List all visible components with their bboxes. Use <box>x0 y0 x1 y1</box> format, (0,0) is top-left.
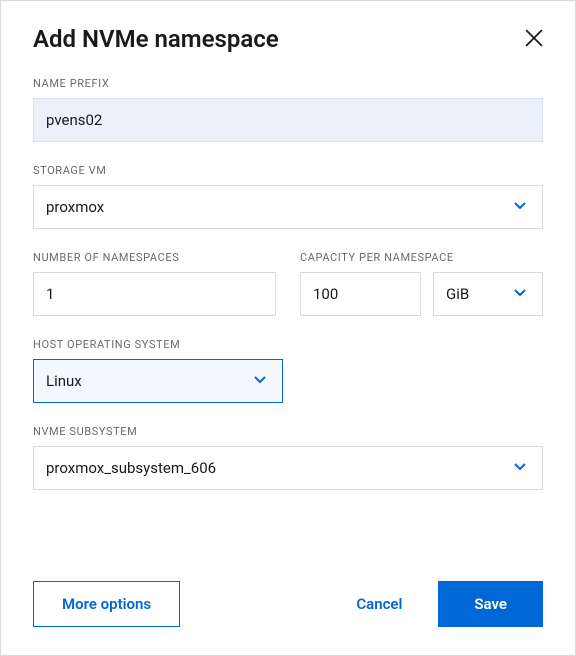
chevron-down-icon <box>512 284 528 304</box>
storage-vm-value: proxmox <box>46 198 104 216</box>
add-nvme-namespace-dialog: Add NVMe namespace NAME PREFIX STORAGE V… <box>0 0 576 656</box>
host-os-value: Linux <box>46 372 82 390</box>
nvme-subsystem-label: NVME SUBSYSTEM <box>33 425 543 438</box>
capacity-unit-value: GiB <box>446 285 469 303</box>
number-of-namespaces-input[interactable] <box>33 272 276 316</box>
chevron-down-icon <box>512 197 528 217</box>
nvme-subsystem-select[interactable]: proxmox_subsystem_606 <box>33 446 543 490</box>
cancel-button[interactable]: Cancel <box>344 581 414 627</box>
nvme-subsystem-group: NVME SUBSYSTEM proxmox_subsystem_606 <box>33 425 543 490</box>
capacity-value-input[interactable] <box>300 272 421 316</box>
host-os-group: HOST OPERATING SYSTEM Linux <box>33 338 543 403</box>
capacity-per-namespace-label: CAPACITY PER NAMESPACE <box>300 251 543 264</box>
storage-vm-select[interactable]: proxmox <box>33 185 543 229</box>
dialog-title: Add NVMe namespace <box>33 25 279 53</box>
chevron-down-icon <box>252 371 268 391</box>
namespace-capacity-row: NUMBER OF NAMESPACES CAPACITY PER NAMESP… <box>33 251 543 316</box>
save-button[interactable]: Save <box>438 581 543 627</box>
chevron-down-icon <box>512 458 528 478</box>
capacity-unit-select[interactable]: GiB <box>433 272 543 316</box>
host-os-label: HOST OPERATING SYSTEM <box>33 338 543 351</box>
dialog-footer: More options Cancel Save <box>33 581 543 627</box>
storage-vm-label: STORAGE VM <box>33 164 543 177</box>
name-prefix-label: NAME PREFIX <box>33 77 543 90</box>
more-options-button[interactable]: More options <box>33 581 180 627</box>
nvme-subsystem-value: proxmox_subsystem_606 <box>46 459 216 477</box>
host-os-select[interactable]: Linux <box>33 359 283 403</box>
number-of-namespaces-label: NUMBER OF NAMESPACES <box>33 251 276 264</box>
dialog-header: Add NVMe namespace <box>33 25 543 53</box>
name-prefix-input[interactable] <box>33 98 543 142</box>
close-icon[interactable] <box>525 29 543 47</box>
storage-vm-group: STORAGE VM proxmox <box>33 164 543 229</box>
name-prefix-group: NAME PREFIX <box>33 77 543 142</box>
